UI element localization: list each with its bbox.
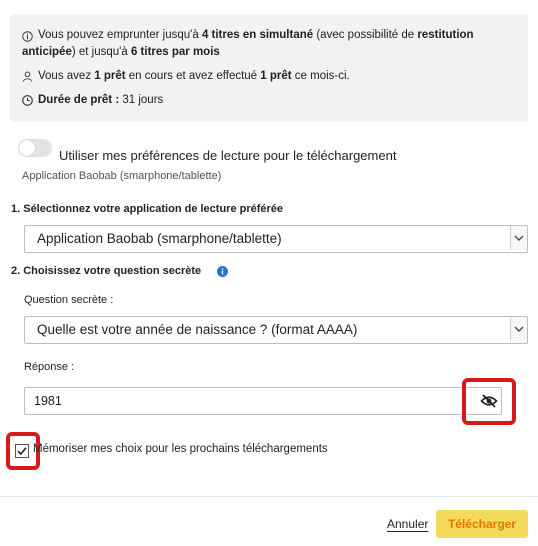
answer-value: 1981 [34,394,62,408]
secret-question-select[interactable]: Quelle est votre année de naissance ? (f… [24,316,528,344]
reading-app-selected-value: Application Baobab (smarphone/tablette) [37,231,282,246]
current-loans-text: Vous avez 1 prêt en cours et avez effect… [38,70,350,82]
step1-title: 1. Sélectionnez votre application de lec… [11,203,284,215]
secret-question-label: Question secrète : [24,294,114,306]
toggle-label: Utiliser mes préférences de lecture pour… [59,148,397,163]
cancel-button[interactable]: Annuler [387,517,428,531]
secret-question-dropdown-arrow[interactable] [510,317,527,341]
info-icon[interactable] [217,266,228,277]
remember-choices-label: Mémoriser mes choix pour les prochains t… [33,443,328,455]
checkmark-icon [17,447,27,456]
loan-duration-text: Durée de prêt : 31 jours [38,94,164,106]
loan-info-box: Vous pouvez emprunter jusqu'à 4 titres e… [10,14,528,122]
reading-app-select[interactable]: Application Baobab (smarphone/tablette) [24,225,528,253]
footer-divider [0,496,538,497]
loan-limit-text-continued: anticipée) et jusqu'à 6 titres par mois [22,46,220,58]
eye-slash-icon[interactable] [480,394,498,408]
loan-limit-text: Vous pouvez emprunter jusqu'à 4 titres e… [38,29,474,41]
download-button[interactable]: Télécharger [436,510,528,538]
chevron-down-icon [514,235,524,241]
preferred-app-caption: Application Baobab (smarphone/tablette) [22,170,222,182]
chevron-down-icon [514,326,524,332]
reading-app-dropdown-arrow[interactable] [510,226,527,250]
step2-title: 2. Choisissez votre question secrète [11,265,202,277]
info-circle-icon [22,31,33,42]
reading-preferences-toggle[interactable] [18,139,52,157]
secret-question-selected-value: Quelle est votre année de naissance ? (f… [37,322,358,337]
answer-label: Réponse : [24,361,75,373]
user-icon [22,71,33,82]
remember-choices-checkbox[interactable] [15,444,29,458]
answer-field[interactable]: 1981 [24,387,502,415]
toggle-knob [19,140,35,156]
clock-icon [22,95,33,106]
